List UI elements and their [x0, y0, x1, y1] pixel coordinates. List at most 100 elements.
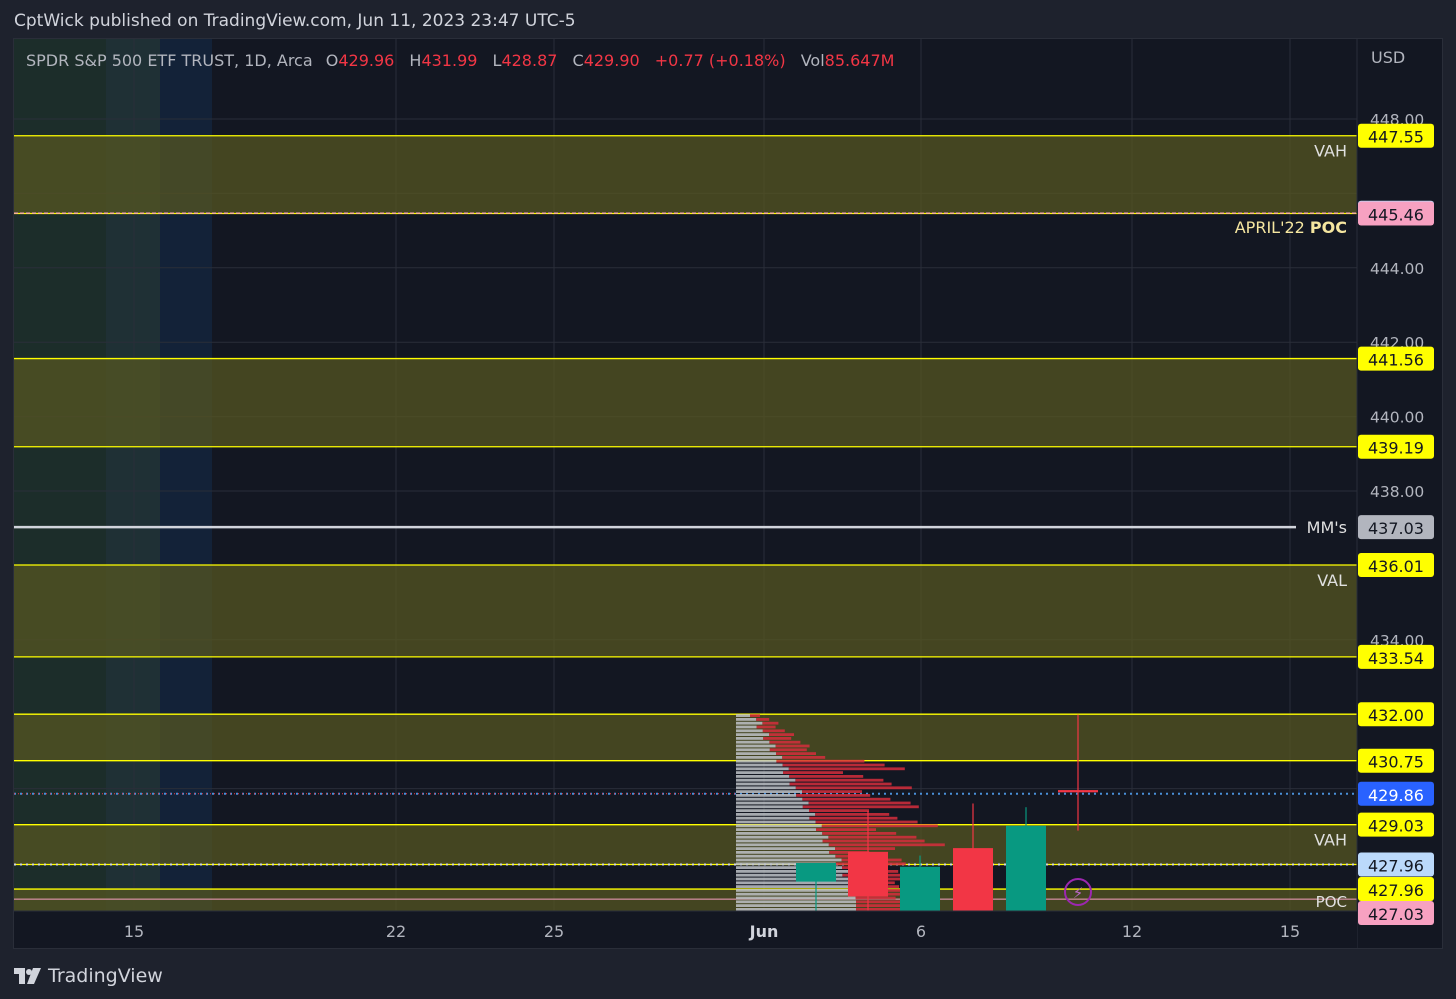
volume-profile-bar-down [828, 843, 945, 847]
zone-label: VAH [1314, 831, 1347, 850]
volume-profile-bar-up [736, 744, 776, 748]
volume-profile-bar-up [736, 752, 776, 755]
x-tick-label: 15 [1280, 922, 1300, 941]
price-label: 427.96 [1368, 856, 1424, 875]
price-chart[interactable]: VAHVALVAHMM'sAPRIL'22 POCPOC⚡USD448.0044… [14, 39, 1442, 948]
price-label: 436.01 [1368, 557, 1424, 576]
volume-profile-bar-up [736, 725, 757, 729]
y-tick-label: 444.00 [1370, 260, 1424, 278]
volume-profile-bar-up [736, 729, 763, 733]
volume-profile-bar-up [736, 904, 856, 907]
volume-profile-bar-up [736, 809, 809, 812]
tradingview-brand[interactable]: TradingView [14, 965, 163, 987]
open-value: 429.96 [338, 51, 395, 70]
volume-profile-bar-down [815, 813, 890, 816]
volume-profile-bar-up [736, 892, 856, 896]
volume-profile-bar-down [809, 809, 869, 812]
volume-profile-bar-up [736, 794, 797, 797]
price-label: 439.19 [1368, 439, 1424, 458]
volume-profile-bar-up [736, 908, 856, 911]
volume-profile-bar-up [736, 881, 855, 885]
volume-profile-bar-up [736, 759, 777, 763]
volume-profile-bar-down [796, 794, 871, 797]
volume-profile-bar-down [822, 839, 925, 843]
volume-profile-bar-up [736, 714, 750, 717]
zone-band [14, 889, 1357, 911]
volume-profile-bar-up [736, 843, 829, 847]
y-tick-label: 440.00 [1370, 409, 1424, 427]
price-label: 445.46 [1368, 205, 1424, 224]
volume-profile-bar-down [775, 744, 810, 748]
x-tick-label: Jun [749, 922, 779, 941]
mms-label: MM's [1307, 518, 1347, 537]
open-key: O [325, 51, 339, 70]
volume-profile-bar-down [756, 725, 776, 729]
volume-profile-bar-up [736, 786, 796, 790]
low-key: L [492, 51, 502, 70]
volume-profile-bar-down [828, 835, 917, 839]
volume-profile-bar-up [736, 813, 816, 816]
tradingview-logo-icon [14, 968, 41, 984]
volume-profile-bar-up [736, 748, 770, 752]
volume-profile-bar-up [736, 767, 789, 771]
volume-profile-bar-up [736, 851, 830, 854]
volume-profile-bar-up [736, 778, 796, 782]
volume-profile-bar-up [736, 900, 856, 904]
published-info: CptWick published on TradingView.com, Ju… [14, 11, 576, 31]
volume-profile-bar-down [762, 721, 779, 725]
x-tick-label: 25 [544, 922, 564, 941]
volume-profile-bar-up [736, 756, 783, 759]
chart-panel[interactable]: VAH VAL VAH MM's APRIL'22 POC POC ⚡ USD 448.00 44… [13, 38, 1443, 949]
volume-profile-bar-down [835, 847, 895, 850]
volume-profile-bar-down [795, 786, 912, 790]
zone-band [14, 135, 1357, 214]
volume-profile-bar-down [855, 896, 896, 900]
close-key: C [572, 51, 584, 70]
volume-profile-bar-up [736, 782, 790, 786]
volume-profile-bar-down [776, 759, 865, 763]
candle-body [1058, 790, 1098, 793]
zone-band [14, 358, 1357, 447]
candle-body [1006, 825, 1046, 911]
zone-band [14, 824, 1357, 865]
volume-profile-bar-up [736, 858, 842, 862]
currency-label: USD [1371, 48, 1405, 67]
price-label: 427.96 [1368, 881, 1424, 900]
april-poc-label: APRIL'22 POC [1235, 218, 1347, 237]
volume-profile-bar-down [763, 737, 792, 740]
volume-profile-bar-down [816, 828, 876, 831]
candle-body [900, 866, 940, 911]
volume-profile-bar-up [736, 718, 757, 721]
close-value: 429.90 [583, 51, 640, 70]
symbol-legend: SPDR S&P 500 ETF TRUST, 1D, Arca O429.96… [26, 51, 904, 70]
high-value: 431.99 [421, 51, 478, 70]
x-tick-label: 6 [916, 922, 926, 941]
volume-profile-bar-down [815, 820, 918, 824]
volume-profile-bar-up [736, 828, 816, 831]
time-axis [14, 911, 1357, 948]
volume-profile-bar-up [736, 721, 763, 725]
volume-profile-bar-down [821, 824, 938, 828]
volume-profile-bar-up [736, 790, 802, 793]
price-label: 441.56 [1368, 351, 1424, 370]
volume-profile-bar-up [736, 832, 823, 835]
volume-profile-bar-down [756, 718, 770, 721]
volume-profile-bar-down [795, 778, 884, 782]
volume-profile-bar-down [809, 816, 898, 820]
volume-profile-bar-up [736, 771, 783, 774]
x-tick-label: 12 [1122, 922, 1142, 941]
volume-profile-bar-down [802, 805, 919, 809]
price-label: 427.03 [1368, 905, 1424, 924]
volume-profile-bar-up [736, 820, 816, 824]
volume-profile-bar-down [776, 752, 816, 755]
price-label: 432.00 [1368, 706, 1424, 725]
volume-key: Vol [800, 51, 825, 70]
poc-label: POC [1316, 893, 1347, 911]
zone-label: VAL [1317, 571, 1347, 590]
volume-profile-bar-up [736, 889, 856, 892]
candle-body [953, 848, 993, 911]
volume-profile-bar-down [856, 900, 906, 904]
change-value: +0.77 (+0.18%) [654, 51, 786, 70]
volume-profile-bar-down [769, 740, 801, 744]
top-bar: CptWick published on TradingView.com, Ju… [0, 0, 1456, 40]
